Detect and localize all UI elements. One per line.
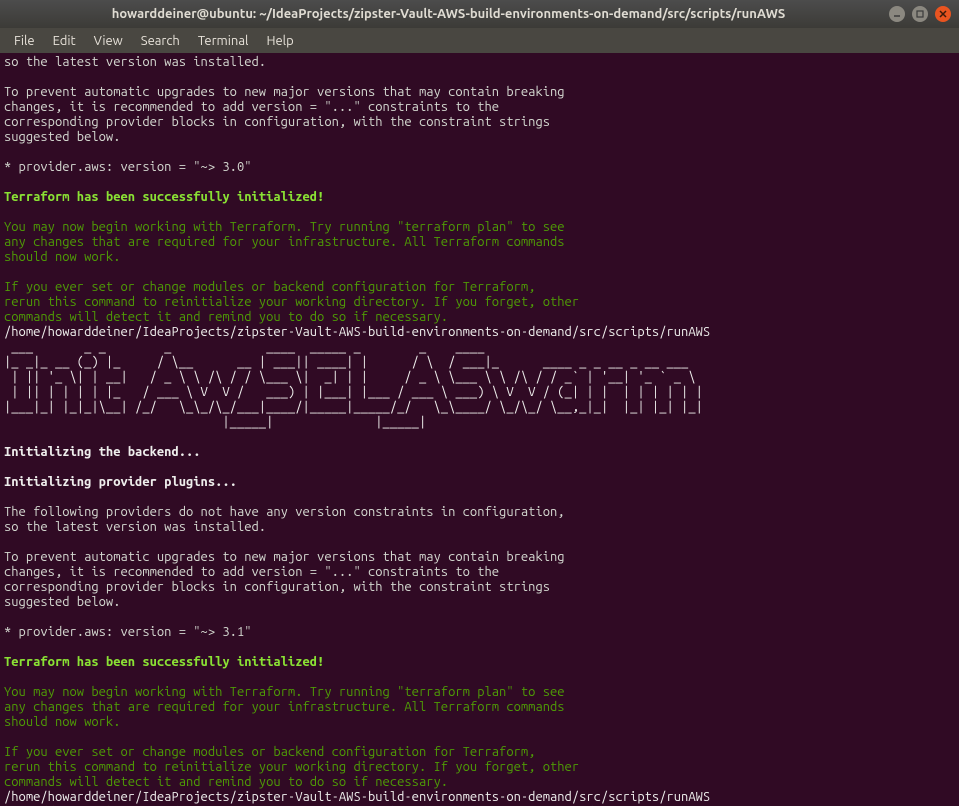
ascii-art: ___ _ _ _ ____ _____ _ _ ____ xyxy=(4,340,739,354)
term-line: so the latest version was installed. xyxy=(4,520,266,534)
term-heading: Initializing the backend... xyxy=(4,445,201,459)
ascii-art: |_____| |_____| xyxy=(4,415,703,429)
term-line: commands will detect it and remind you t… xyxy=(4,310,448,324)
term-line: You may now begin working with Terraform… xyxy=(4,685,565,699)
term-line: corresponding provider blocks in configu… xyxy=(4,115,550,129)
term-line: If you ever set or change modules or bac… xyxy=(4,280,535,294)
minimize-icon xyxy=(893,10,901,18)
menu-file[interactable]: File xyxy=(6,32,43,50)
close-icon xyxy=(939,10,947,18)
term-success: Terraform has been successfully initiali… xyxy=(4,190,324,204)
window-title: howarddeiner@ubuntu: ~/IdeaProjects/zips… xyxy=(8,7,889,21)
term-line: suggested below. xyxy=(4,595,120,609)
ascii-art: | || '_ \| | __| / _ \ \ /\ / / \___ \| … xyxy=(4,370,703,384)
term-line: should now work. xyxy=(4,715,120,729)
minimize-button[interactable] xyxy=(889,6,905,22)
term-success: Terraform has been successfully initiali… xyxy=(4,655,324,669)
ascii-art: |_ _|_ __ (_) |_ / \__ __ | ___|| ____| … xyxy=(4,355,703,369)
menu-terminal[interactable]: Terminal xyxy=(190,32,257,50)
window-titlebar: howarddeiner@ubuntu: ~/IdeaProjects/zips… xyxy=(0,0,959,28)
term-line: commands will detect it and remind you t… xyxy=(4,775,448,789)
ascii-art: |___|_| |_|_|\__| /_/ \_\_/\_/___|____/|… xyxy=(4,400,703,414)
term-line: * provider.aws: version = "~> 3.1" xyxy=(4,625,252,639)
term-line: rerun this command to reinitialize your … xyxy=(4,760,579,774)
menu-search[interactable]: Search xyxy=(133,32,188,50)
close-button[interactable] xyxy=(935,6,951,22)
menu-edit[interactable]: Edit xyxy=(45,32,84,50)
term-line: If you ever set or change modules or bac… xyxy=(4,745,535,759)
term-line: You may now begin working with Terraform… xyxy=(4,220,565,234)
term-line: should now work. xyxy=(4,250,120,264)
term-line: any changes that are required for your i… xyxy=(4,235,565,249)
term-line: changes, it is recommended to add versio… xyxy=(4,100,499,114)
ascii-art: | || | | | | |_ / ___ \ V V / ___) | |__… xyxy=(4,385,703,399)
maximize-button[interactable] xyxy=(912,6,928,22)
window-controls xyxy=(889,6,951,22)
term-line: suggested below. xyxy=(4,130,120,144)
menu-help[interactable]: Help xyxy=(258,32,301,50)
term-line: any changes that are required for your i… xyxy=(4,700,565,714)
term-line: changes, it is recommended to add versio… xyxy=(4,565,499,579)
maximize-icon xyxy=(916,10,924,18)
menubar: File Edit View Search Terminal Help xyxy=(0,28,959,53)
term-line: To prevent automatic upgrades to new maj… xyxy=(4,85,565,99)
term-line: so the latest version was installed. xyxy=(4,55,266,69)
term-line: * provider.aws: version = "~> 3.0" xyxy=(4,160,252,174)
term-line: corresponding provider blocks in configu… xyxy=(4,580,550,594)
term-path: /home/howarddeiner/IdeaProjects/zipster-… xyxy=(4,790,710,804)
terminal-output[interactable]: so the latest version was installed. To … xyxy=(0,53,959,806)
term-line: To prevent automatic upgrades to new maj… xyxy=(4,550,565,564)
term-line: The following providers do not have any … xyxy=(4,505,565,519)
term-line: rerun this command to reinitialize your … xyxy=(4,295,579,309)
menu-view[interactable]: View xyxy=(86,32,131,50)
term-path: /home/howarddeiner/IdeaProjects/zipster-… xyxy=(4,325,710,339)
term-heading: Initializing provider plugins... xyxy=(4,475,237,489)
